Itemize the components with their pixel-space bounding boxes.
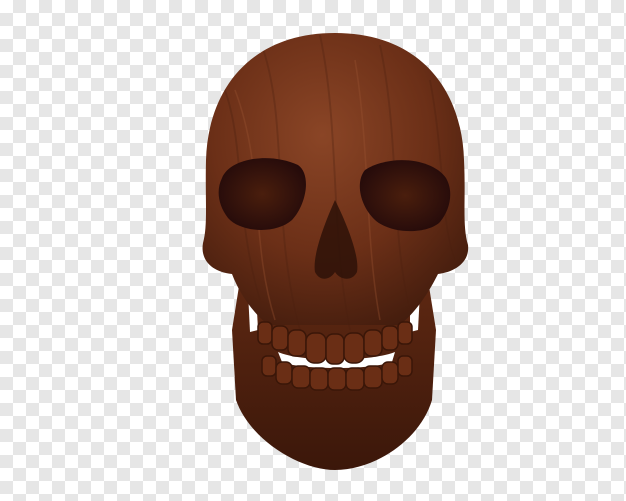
wooden-skull-illustration	[202, 33, 469, 470]
transparency-checkerboard-background	[0, 0, 626, 501]
